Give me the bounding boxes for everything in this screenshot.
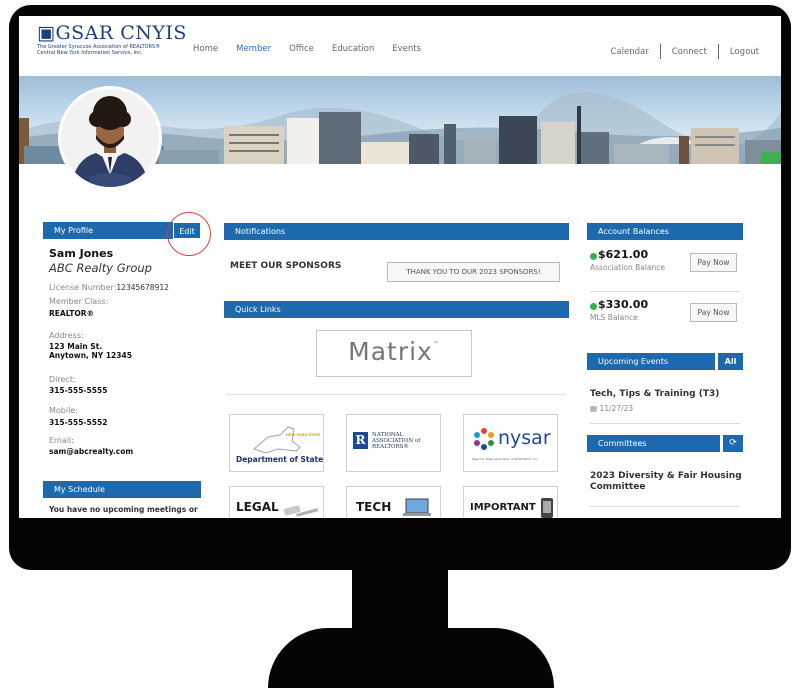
notifications-header: Notifications	[224, 223, 569, 240]
sponsors-heading: MEET OUR SPONSORS	[230, 261, 342, 271]
direct-label: Direct:	[49, 375, 76, 384]
email-value[interactable]: sam@abcrealty.com	[49, 447, 133, 456]
all-events-button[interactable]: All	[718, 353, 743, 370]
mobile-label: Mobile:	[49, 406, 78, 415]
event-date: 11/27/23	[599, 404, 634, 413]
committee-title[interactable]: 2023 Diversity & Fair Housing Committee	[590, 471, 750, 493]
logo-line-2: Central New York Information Service, In…	[37, 50, 143, 56]
laptop-icon	[403, 498, 431, 516]
edit-highlight-circle	[167, 212, 211, 256]
divider	[590, 291, 740, 292]
screen: ▣GSAR CNYIS The Greater Syracuse Associa…	[19, 16, 781, 518]
avatar-photo	[61, 89, 159, 187]
dept-of-state-label: Department of State	[236, 455, 324, 464]
nysar-label: nysar	[498, 427, 551, 449]
refresh-icon[interactable]: ⟳	[723, 435, 743, 452]
event-title[interactable]: Tech, Tips & Training (T3)	[590, 389, 719, 400]
phone-icon	[541, 498, 553, 518]
matrix-label: Matrix™	[348, 337, 440, 366]
mls-balance-label: MLS Balance	[590, 313, 638, 322]
account-balances-header: Account Balances	[587, 223, 743, 240]
logo-wordmark: ▣GSAR CNYIS	[37, 22, 187, 44]
sponsors-button[interactable]: THANK YOU TO OUR 2023 SPONSORS!	[387, 262, 560, 282]
main-nav: Home Member Office Education Events	[193, 44, 439, 54]
profile-avatar[interactable]	[61, 89, 159, 187]
nav-home[interactable]: Home	[193, 44, 218, 54]
address-line-2: Anytown, NY 12345	[49, 351, 132, 360]
license-row: License Number:12345678912	[49, 283, 169, 292]
association-balance-label: Association Balance	[590, 263, 665, 272]
mobile-phone: 315-555-5552	[49, 418, 108, 427]
gavel-icon	[283, 505, 319, 517]
dept-of-state-link[interactable]: NEW YORK STATE Department of State	[229, 414, 324, 472]
status-dot-icon	[590, 253, 597, 260]
address-label: Address:	[49, 331, 84, 340]
license-label: License Number:	[49, 283, 117, 292]
matrix-link[interactable]: Matrix™	[316, 330, 472, 377]
important-label: IMPORTANT	[470, 502, 536, 513]
upcoming-events-header: Upcoming Events	[587, 353, 715, 370]
nysar-link[interactable]: nysar New York State Association of REAL…	[463, 414, 558, 472]
divider	[590, 423, 740, 424]
nav-connect[interactable]: Connect	[672, 47, 707, 57]
realtor-logo-icon: R	[353, 432, 368, 449]
nav-member[interactable]: Member	[236, 44, 271, 54]
legal-label: LEGAL	[236, 500, 279, 514]
nav-divider	[717, 44, 719, 59]
legal-link[interactable]: LEGAL	[229, 486, 324, 518]
member-name: Sam Jones	[49, 247, 114, 260]
license-number: 12345678912	[116, 283, 169, 292]
nav-logout[interactable]: Logout	[730, 47, 759, 57]
direct-phone: 315-555-5555	[49, 386, 108, 395]
monitor-stand-base	[268, 628, 554, 688]
email-label: Email:	[49, 436, 74, 445]
event-date-row: ▦ 11/27/23	[590, 404, 633, 413]
nav-office[interactable]: Office	[289, 44, 314, 54]
tech-label: TECH	[356, 500, 392, 514]
schedule-empty-text: You have no upcoming meetings or	[49, 505, 198, 514]
member-class-value: REALTOR®	[49, 309, 95, 318]
divider	[590, 506, 740, 507]
mls-balance-amount: $330.00	[598, 298, 649, 311]
pay-association-button[interactable]: Pay Now	[690, 253, 737, 272]
quick-links-header: Quick Links	[224, 301, 569, 318]
address-line-1: 123 Main St.	[49, 342, 103, 351]
member-company: ABC Realty Group	[49, 261, 152, 275]
nav-divider	[659, 44, 661, 59]
association-balance-amount: $621.00	[598, 248, 649, 261]
monitor-stand-neck	[352, 568, 448, 634]
my-schedule-header: My Schedule	[43, 481, 201, 498]
committees-header: Committees	[587, 435, 720, 452]
pay-mls-button[interactable]: Pay Now	[690, 303, 737, 322]
divider	[226, 394, 566, 395]
nysar-logo-icon	[474, 428, 494, 450]
nar-link[interactable]: R NATIONAL ASSOCIATION of REALTORS®	[346, 414, 441, 472]
tech-link[interactable]: TECH	[346, 486, 441, 518]
nav-education[interactable]: Education	[332, 44, 374, 54]
important-link[interactable]: IMPORTANT	[463, 486, 558, 518]
status-dot-icon	[590, 303, 597, 310]
calendar-icon: ▦	[590, 404, 598, 413]
nav-events[interactable]: Events	[392, 44, 421, 54]
site-logo[interactable]: ▣GSAR CNYIS The Greater Syracuse Associa…	[37, 22, 197, 62]
nav-calendar[interactable]: Calendar	[611, 47, 649, 57]
utility-nav: Calendar Connect Logout	[611, 44, 759, 59]
member-class-label: Member Class:	[49, 297, 109, 306]
